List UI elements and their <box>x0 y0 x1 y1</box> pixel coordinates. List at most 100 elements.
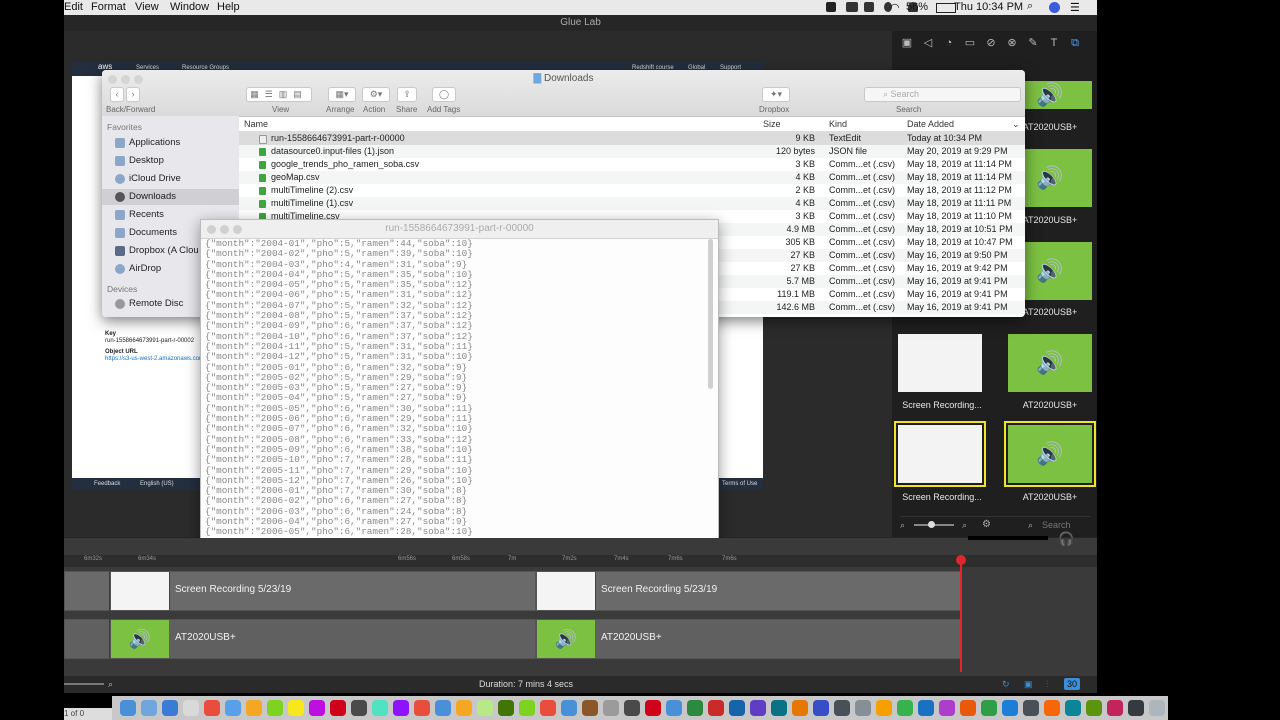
scrollbar[interactable] <box>708 239 713 389</box>
timeline-audio-clip[interactable]: 🔊 AT2020USB+ <box>536 619 962 659</box>
dock-app-icon[interactable] <box>1128 700 1144 716</box>
dock-app-icon[interactable] <box>666 700 682 716</box>
sidebar-item-downloads[interactable]: Downloads <box>102 189 239 205</box>
file-row[interactable]: geoMap.csv 4 KB Comm...et (.csv) May 18, 20… <box>239 171 1025 184</box>
battery-percent[interactable]: 56% <box>906 1 928 13</box>
file-row[interactable]: multiTimeline (2).csv 2 KB Comm...et (.csv… <box>239 184 1025 197</box>
wifi-icon[interactable]: ◠ <box>890 1 900 14</box>
dock-app-icon[interactable] <box>708 700 724 716</box>
dock-app-icon[interactable] <box>435 700 451 716</box>
dock-app-icon[interactable] <box>141 700 157 716</box>
loop-icon[interactable]: ↻ <box>1002 676 1010 693</box>
headphones-icon[interactable]: 🎧 <box>1058 531 1074 547</box>
display-icon[interactable]: ▭ <box>964 37 976 49</box>
file-row[interactable]: run-1558664673991-part-r-00000 9 KB TextEd… <box>239 132 1025 145</box>
arrange-button[interactable]: ▦▾ <box>328 87 356 102</box>
dock-app-icon[interactable] <box>876 700 892 716</box>
share-button[interactable]: ⇪ <box>397 87 417 102</box>
dock-app-icon[interactable] <box>1023 700 1039 716</box>
dock-app-icon[interactable] <box>939 700 955 716</box>
zoom-button[interactable] <box>233 225 242 234</box>
dock-app-icon[interactable] <box>372 700 388 716</box>
dock-app-icon[interactable] <box>204 700 220 716</box>
dock-app-icon[interactable] <box>792 700 808 716</box>
dock-app-icon[interactable] <box>960 700 976 716</box>
dock-app-icon[interactable] <box>771 700 787 716</box>
zoom-value-badge[interactable]: 30 <box>1064 678 1081 690</box>
dock-app-icon[interactable] <box>855 700 871 716</box>
menu-window[interactable]: Window <box>170 1 209 13</box>
slider-knob[interactable] <box>928 521 935 528</box>
dock-app-icon[interactable] <box>981 700 997 716</box>
block-icon[interactable]: ⊘ <box>985 37 997 49</box>
dock-app-icon[interactable] <box>834 700 850 716</box>
dock-app-icon[interactable] <box>603 700 619 716</box>
finder-search-input[interactable]: ⌕ Search <box>864 87 1021 102</box>
library-audio-clip[interactable]: 🔊 <box>1008 334 1092 392</box>
dock-app-icon[interactable] <box>582 700 598 716</box>
dock-app-icon[interactable] <box>918 700 934 716</box>
dock-app-icon[interactable] <box>162 700 178 716</box>
notification-center-icon[interactable]: ☰ <box>1070 1 1080 14</box>
dock-app-icon[interactable] <box>456 700 472 716</box>
dock-app-icon[interactable] <box>519 700 535 716</box>
column-size[interactable]: Size <box>763 118 781 131</box>
siri-icon[interactable] <box>1049 2 1060 13</box>
file-row[interactable]: datasource0.input-files (1).json 120 byte… <box>239 145 1025 158</box>
view-switcher[interactable]: ▦☰▥▤ <box>246 87 312 102</box>
library-search-input[interactable]: Search <box>1042 520 1071 530</box>
timer-icon[interactable]: ◔ <box>943 37 955 49</box>
zoom-out-icon[interactable]: ⌕ <box>900 520 905 531</box>
dock-app-icon[interactable] <box>561 700 577 716</box>
file-row[interactable]: multiTimeline (1).csv 4 KB Comm...et (.csv… <box>239 197 1025 210</box>
dock-app-icon[interactable] <box>645 700 661 716</box>
clips-icon[interactable]: ⧉ <box>1069 37 1081 49</box>
textedit-document[interactable]: {"month":"2004-01","pho":5,"ramen":44,"s… <box>205 238 710 549</box>
add-tags-button[interactable]: ◯ <box>432 87 456 102</box>
dock-app-icon[interactable] <box>897 700 913 716</box>
sidebar-item-applications[interactable]: Applications <box>102 135 239 151</box>
dock-app-icon[interactable] <box>687 700 703 716</box>
forward-button[interactable]: › <box>126 87 140 102</box>
dock-app-icon[interactable] <box>120 700 136 716</box>
dock-app-icon[interactable] <box>1002 700 1018 716</box>
link-icon[interactable]: ⊗ <box>1006 37 1018 49</box>
dock-app-icon[interactable] <box>183 700 199 716</box>
playhead[interactable] <box>960 556 962 672</box>
dock-app-icon[interactable] <box>225 700 241 716</box>
mirroring-icon[interactable] <box>864 2 874 12</box>
timeline-audio-clip[interactable]: 🔊 AT2020USB+ <box>110 619 536 659</box>
menu-format[interactable]: Format <box>91 1 126 13</box>
timeline-video-clip[interactable]: Screen Recording 5/23/19 <box>110 571 536 611</box>
column-name[interactable]: Name <box>244 118 268 131</box>
dock-app-icon[interactable] <box>309 700 325 716</box>
dock-app-icon[interactable] <box>351 700 367 716</box>
timeline-video-clip[interactable]: Screen Recording 5/23/19 <box>536 571 962 611</box>
back-button[interactable]: ‹ <box>110 87 124 102</box>
dock-app-icon[interactable] <box>477 700 493 716</box>
dock-app-icon[interactable] <box>393 700 409 716</box>
text-tool-icon[interactable]: T <box>1048 37 1060 49</box>
dropbox-button[interactable]: ✦▾ <box>762 87 790 102</box>
timeline-search-icon[interactable]: ⌕ <box>108 676 113 693</box>
sidebar-item-icloud[interactable]: iCloud Drive <box>102 171 239 187</box>
library-video-clip-selected[interactable] <box>894 421 986 487</box>
waveform-icon[interactable]: ⫶ <box>1046 676 1048 693</box>
dock-app-icon[interactable] <box>246 700 262 716</box>
dock-app-icon[interactable] <box>729 700 745 716</box>
dropbox-status-icon[interactable] <box>826 2 836 12</box>
dock-app-icon[interactable] <box>288 700 304 716</box>
dock-app-icon[interactable] <box>267 700 283 716</box>
minimize-button[interactable] <box>220 225 229 234</box>
dock-app-icon[interactable] <box>813 700 829 716</box>
column-kind[interactable]: Kind <box>829 118 847 131</box>
settings-gear-icon[interactable]: ⚙ <box>982 519 991 530</box>
close-button[interactable] <box>207 225 216 234</box>
dock-app-icon[interactable] <box>624 700 640 716</box>
zoom-in-icon[interactable]: ⌕ <box>962 520 967 531</box>
action-button[interactable]: ⚙▾ <box>362 87 390 102</box>
file-row[interactable]: google_trends_pho_ramen_soba.csv 3 KB Comm… <box>239 158 1025 171</box>
sidebar-item-desktop[interactable]: Desktop <box>102 153 239 169</box>
menubar-clock[interactable]: Thu 10:34 PM <box>954 1 1023 13</box>
dock-app-icon[interactable] <box>1086 700 1102 716</box>
